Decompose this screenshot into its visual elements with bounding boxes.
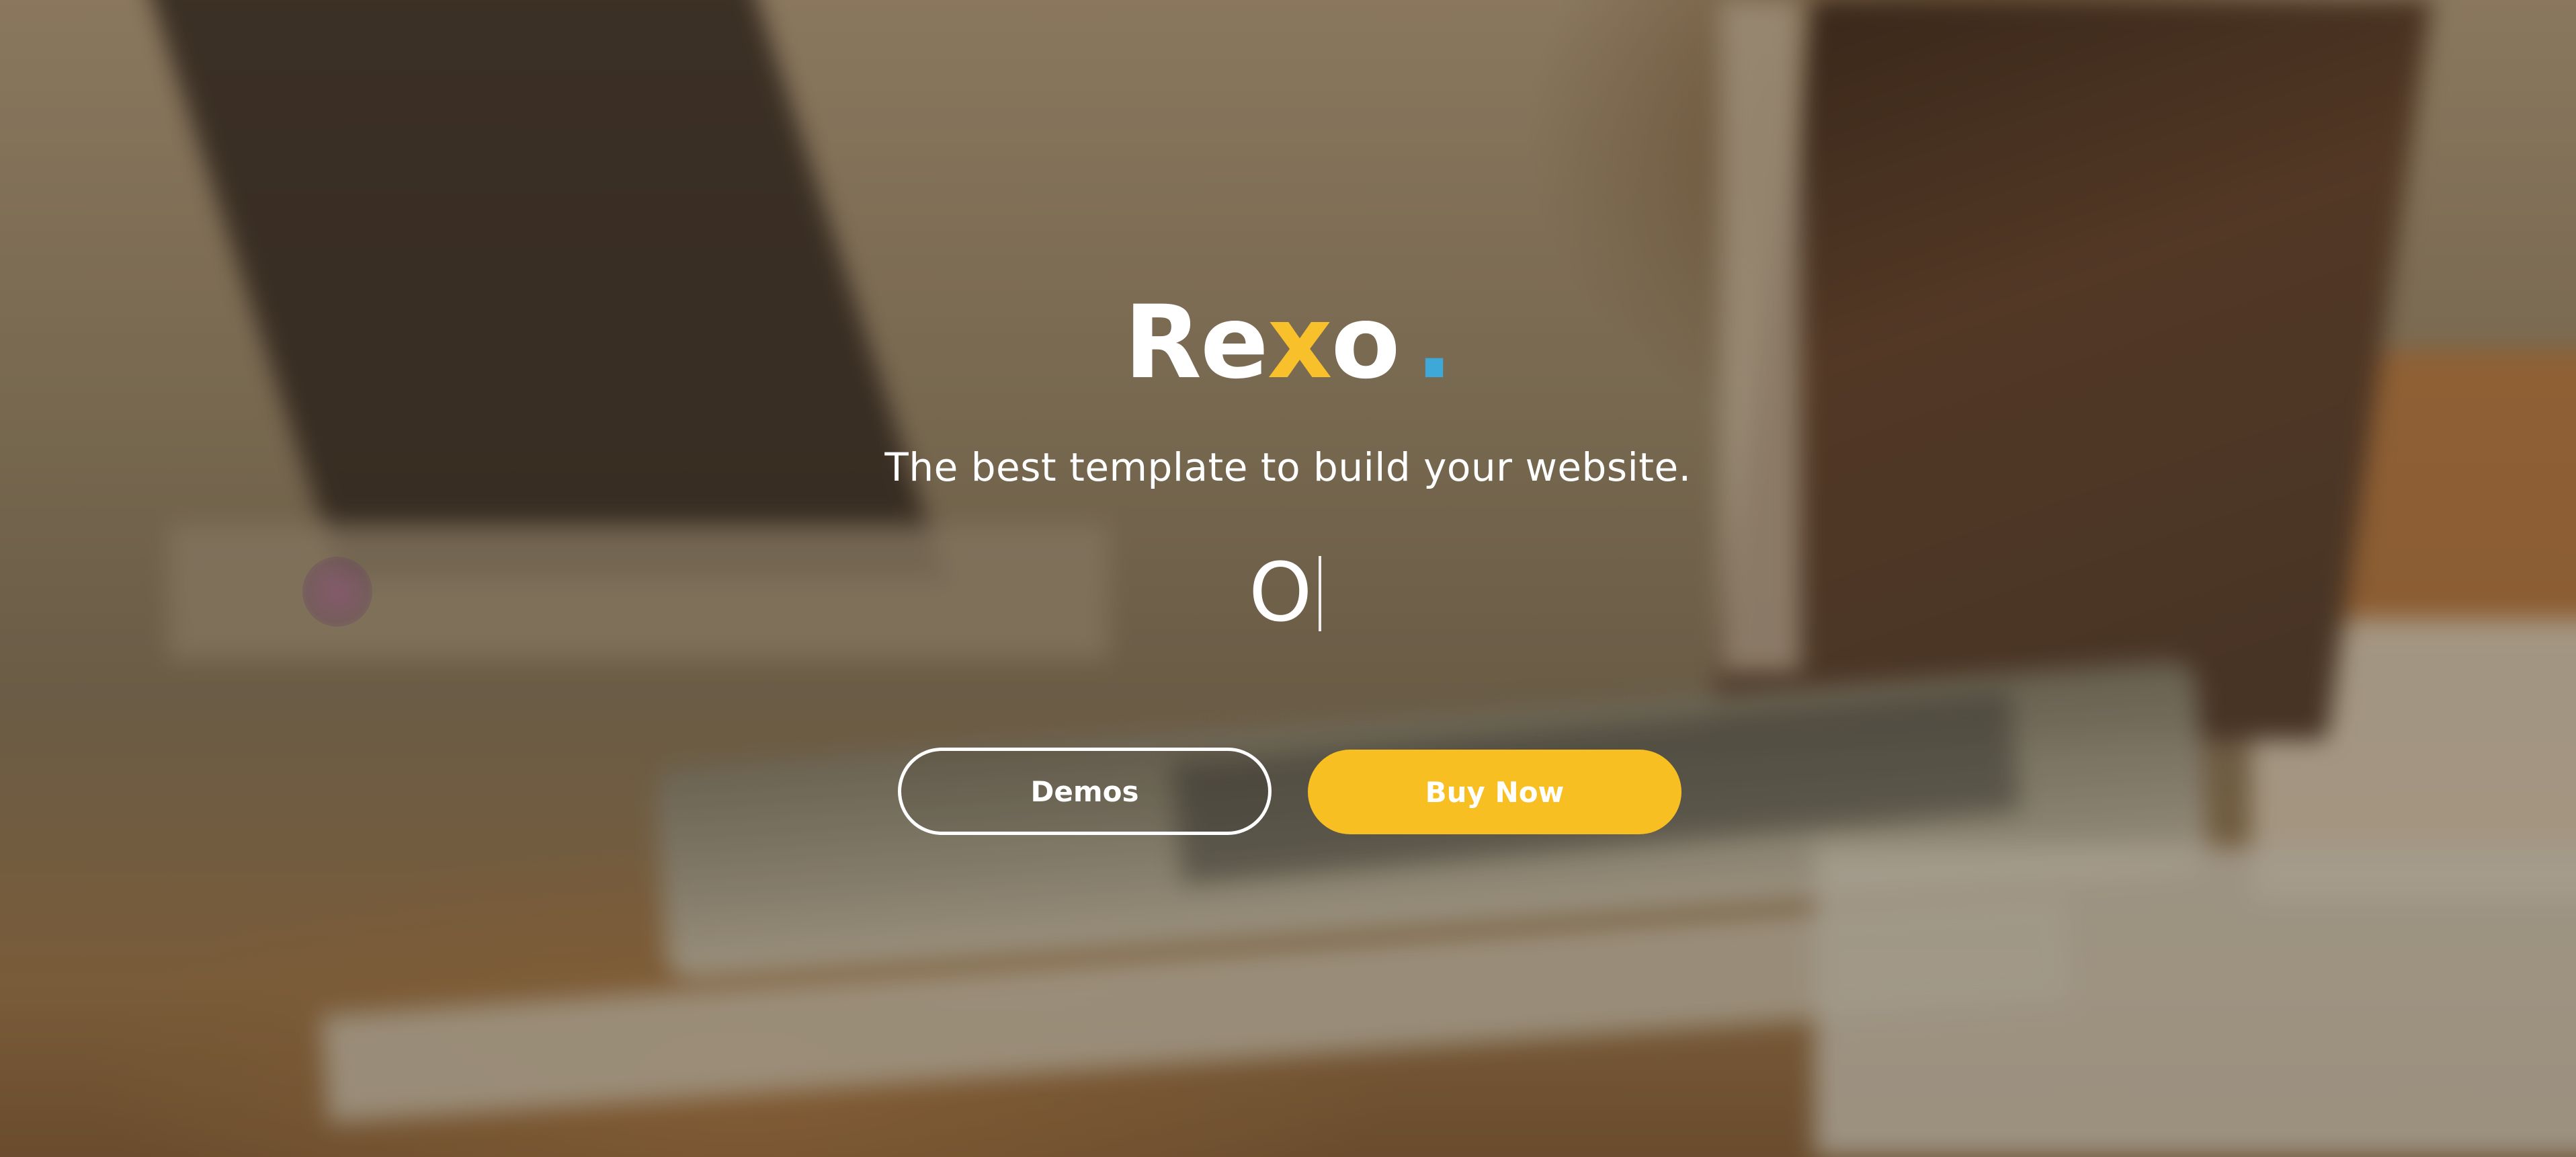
hero-tagline: The best template to build your website. (884, 444, 1692, 490)
hero-content: Rexo. The best template to build your we… (0, 0, 2576, 1157)
demos-button[interactable]: Demos (898, 748, 1272, 835)
typing-caret (1319, 556, 1322, 631)
logo-dot: . (1415, 284, 1454, 401)
buy-now-button[interactable]: Buy Now (1308, 750, 1681, 834)
logo-text-start: Re (1124, 284, 1268, 401)
logo-accent-letter: x (1267, 284, 1333, 401)
logo-text-end: o (1331, 284, 1400, 401)
site-logo: Rexo. (0, 282, 2576, 403)
typing-text: O (1249, 547, 1322, 640)
hero-section: Rexo. The best template to build your we… (0, 0, 2576, 1157)
typing-text-value: O (1249, 547, 1313, 640)
